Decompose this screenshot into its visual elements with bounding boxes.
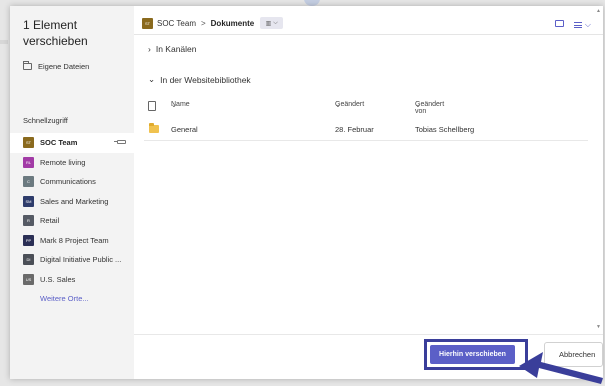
chevron-down-icon: ⌵ — [584, 20, 591, 29]
quick-item-remote-living[interactable]: RL Remote living — [10, 153, 134, 173]
row-modified-by: Tobias Schellberg — [415, 125, 475, 134]
quick-item-retail[interactable]: R Retail — [10, 211, 134, 231]
view-options-button[interactable]: ⌵ — [573, 20, 591, 30]
library-icon: ▥ — [265, 20, 272, 27]
quick-item-mark-8-project-team[interactable]: PP Mark 8 Project Team — [10, 231, 134, 251]
dialog-title: 1 Element verschieben — [23, 18, 88, 48]
section-library[interactable]: ⌄ In der Websitebibliothek — [148, 74, 251, 85]
column-modified-by[interactable]: Geändert von ⌄ — [415, 101, 444, 115]
column-label: Geändert von — [415, 101, 445, 115]
table-header: Name ⌄ Geändert ⌄ Geändert von ⌄ — [148, 101, 588, 115]
table-row[interactable]: General 28. Februar Tobias Schellberg — [144, 117, 588, 141]
chevron-right-icon: > — [200, 18, 206, 28]
quick-item-sales-and-marketing[interactable]: SM Sales and Marketing — [10, 192, 134, 212]
avatar: RL — [23, 156, 34, 168]
avatar: US — [23, 273, 34, 285]
more-places-link[interactable]: Weitere Orte... — [40, 294, 89, 303]
quick-item-label: Mark 8 Project Team — [40, 235, 109, 245]
arrow-pointer-icon — [519, 352, 603, 384]
column-label: Geändert — [335, 101, 365, 108]
backdrop-fragment — [0, 40, 8, 44]
avatar: C — [23, 176, 34, 188]
chevron-down-icon: ⌄ — [148, 74, 156, 84]
section-label: In der Websitebibliothek — [160, 74, 251, 85]
quick-access-heading: Schnellzugriff — [23, 116, 68, 125]
avatar: SM — [23, 195, 34, 207]
quick-item-soc-team[interactable]: ST SOC Team — [10, 133, 134, 153]
avatar: DI — [23, 254, 34, 266]
highlight-box — [424, 339, 528, 370]
sidebar: 1 Element verschieben Eigene Dateien Sch… — [10, 6, 134, 379]
row-modified: 28. Februar — [335, 125, 374, 134]
chevron-down-icon: ⌵ — [273, 19, 278, 26]
document-icon — [148, 101, 156, 111]
pin-icon[interactable] — [114, 140, 126, 144]
quick-item-label: U.S. Sales — [40, 274, 76, 284]
avatar: ST — [142, 17, 153, 29]
quick-item-label: Communications — [40, 177, 96, 187]
breadcrumb-current: Dokumente — [210, 18, 255, 28]
toolbar: ⌵ — [554, 20, 591, 30]
quick-item-label: Sales and Marketing — [40, 196, 109, 206]
main-pane: ST SOC Team > Dokumente ▥ ⌵ ⌵ ▲ › In Kan… — [134, 6, 603, 379]
quick-access-list: ST SOC Team RL Remote living C Communica… — [10, 133, 134, 289]
quick-item-label: Digital Initiative Public ... — [40, 255, 122, 265]
column-name[interactable]: Name ⌄ — [171, 101, 190, 109]
quick-item-label: Retail — [40, 216, 60, 226]
quick-item-label: SOC Team — [40, 138, 78, 148]
library-switcher-button[interactable]: ▥ ⌵ — [260, 17, 284, 29]
column-label: Name — [171, 101, 190, 108]
avatar: PP — [23, 234, 34, 246]
own-files-link[interactable]: Eigene Dateien — [23, 61, 90, 71]
avatar: R — [23, 215, 34, 227]
divider — [134, 34, 603, 35]
breadcrumb: ST SOC Team > Dokumente ▥ ⌵ — [142, 17, 284, 29]
folder-icon — [23, 61, 32, 70]
folder-icon — [149, 123, 159, 133]
avatar: ST — [23, 137, 34, 149]
quick-item-us-sales[interactable]: US U.S. Sales — [10, 270, 134, 290]
view-options-icon — [573, 22, 582, 28]
row-name: General — [171, 125, 198, 134]
breadcrumb-team[interactable]: SOC Team — [157, 19, 196, 28]
quick-item-communications[interactable]: C Communications — [10, 172, 134, 192]
chevron-right-icon: › — [148, 44, 151, 54]
own-files-label: Eigene Dateien — [38, 62, 90, 71]
new-folder-icon[interactable] — [554, 20, 564, 27]
quick-item-digital-initiative[interactable]: DI Digital Initiative Public ... — [10, 250, 134, 270]
section-channels[interactable]: › In Kanälen — [148, 44, 197, 54]
scroll-up-arrow[interactable]: ▲ — [596, 8, 601, 14]
move-dialog: 1 Element verschieben Eigene Dateien Sch… — [10, 6, 603, 379]
section-label: In Kanälen — [155, 44, 197, 54]
column-modified[interactable]: Geändert ⌄ — [335, 101, 364, 109]
quick-item-label: Remote living — [40, 157, 86, 167]
